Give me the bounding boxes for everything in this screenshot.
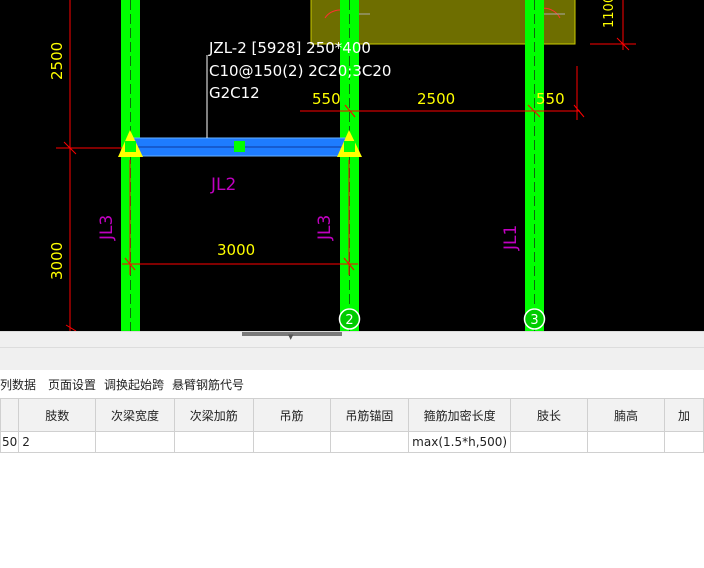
col-header-secondary-beam-width[interactable]: 次梁宽度 xyxy=(95,398,175,432)
panel-splitter[interactable]: ▼ xyxy=(0,331,704,348)
col-header-haunch-height[interactable]: 腩高 xyxy=(587,398,665,432)
label-jl2[interactable]: JL2 xyxy=(210,175,236,195)
table-row[interactable]: 50 2 max(1.5*h,500) xyxy=(0,431,704,453)
col-header-stirrup-dense-length[interactable]: 箍筋加密长度 xyxy=(408,398,512,432)
annotation-line-3[interactable]: G2C12 xyxy=(209,84,260,102)
col-header-index[interactable] xyxy=(0,398,20,432)
grip-left[interactable] xyxy=(125,141,136,152)
table-header-row: 肢数 次梁宽度 次梁加筋 吊筋 吊筋锚固 箍筋加密长度 肢长 腩高 加 xyxy=(0,398,704,432)
col-header-haunch-length[interactable]: 肢长 xyxy=(510,398,589,432)
table-toolbar: 加列数据 页面设置 调换起始跨 悬臂钢筋代号 xyxy=(0,370,704,398)
cell-stirrup-dense-length[interactable]: max(1.5*h,500) xyxy=(408,431,512,453)
dim-span-right: 550 xyxy=(536,90,565,108)
col-header-secondary-beam-rebar[interactable]: 次梁加筋 xyxy=(173,398,254,432)
axis-marker-3-label: 3 xyxy=(530,313,538,328)
col-header-hanger-anchor[interactable]: 吊筋锚固 xyxy=(329,398,410,432)
axis-marker-2-label: 2 xyxy=(345,313,353,328)
dim-beam-length: 3000 xyxy=(217,241,255,259)
cell-secondary-beam-width[interactable] xyxy=(95,431,175,453)
label-jl3-mid[interactable]: JL3 xyxy=(315,215,335,241)
cell-haunch-length[interactable] xyxy=(510,431,589,453)
dim-span-left: 550 xyxy=(312,90,341,108)
property-table: 肢数 次梁宽度 次梁加筋 吊筋 吊筋锚固 箍筋加密长度 肢长 腩高 加 50 2… xyxy=(0,398,704,453)
col-header-legs[interactable]: 肢数 xyxy=(18,398,97,432)
cad-canvas[interactable]: JZL-2 [5928] 250*400 C10@150(2) 2C20;3C2… xyxy=(0,0,704,331)
panel-header-bar xyxy=(0,347,704,371)
dim-span-mid: 2500 xyxy=(417,90,455,108)
col-header-hanger-bar[interactable]: 吊筋 xyxy=(252,398,331,432)
cantilever-rebar-code-button[interactable]: 悬臂钢筋代号 xyxy=(172,376,244,393)
dim-bottom-left-vertical: 3000 xyxy=(48,242,66,280)
cell-haunch-height[interactable] xyxy=(587,431,665,453)
cell-hanger-anchor[interactable] xyxy=(329,431,410,453)
insert-column-data-button[interactable]: 加列数据 xyxy=(0,376,36,393)
cell-index[interactable]: 50 xyxy=(0,431,20,453)
drawing[interactable]: JZL-2 [5928] 250*400 C10@150(2) 2C20;3C2… xyxy=(0,0,704,331)
col-header-extra[interactable]: 加 xyxy=(663,398,704,432)
dim-top-left-vertical: 2500 xyxy=(48,42,66,80)
cell-extra[interactable] xyxy=(663,431,704,453)
annotation-line-2[interactable]: C10@150(2) 2C20;3C20 xyxy=(209,62,391,80)
dim-top-right-vertical: 1100 xyxy=(602,0,617,28)
label-jl1[interactable]: JL1 xyxy=(501,225,521,251)
cell-hanger-bar[interactable] xyxy=(252,431,331,453)
grip-mid[interactable] xyxy=(234,141,245,152)
annotation-line-1[interactable]: JZL-2 [5928] 250*400 xyxy=(208,39,371,57)
cell-secondary-beam-rebar[interactable] xyxy=(173,431,254,453)
cell-legs[interactable]: 2 xyxy=(18,431,97,453)
label-jl3-left[interactable]: JL3 xyxy=(97,215,117,241)
grip-right[interactable] xyxy=(344,141,355,152)
page-setup-button[interactable]: 页面设置 xyxy=(48,376,96,393)
swap-start-span-button[interactable]: 调换起始跨 xyxy=(104,376,164,393)
chevron-down-icon[interactable]: ▼ xyxy=(288,334,293,341)
